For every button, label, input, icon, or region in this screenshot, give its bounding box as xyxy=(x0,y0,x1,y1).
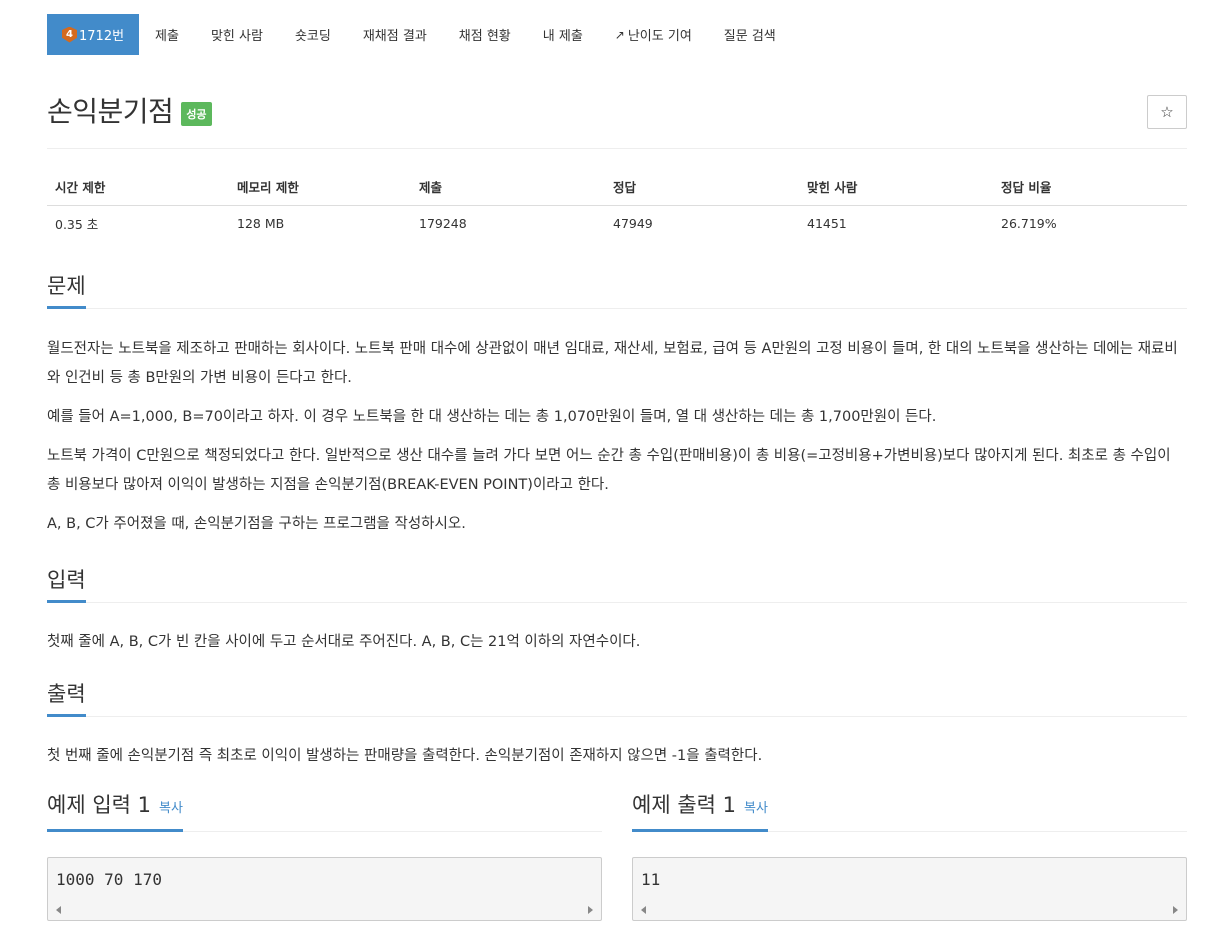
star-icon: ☆ xyxy=(1160,103,1174,121)
sample-output-code-box[interactable]: 11 xyxy=(632,857,1187,921)
sample-output-section: 예제 출력 1 복사 xyxy=(632,788,1187,832)
description-body: 월드전자는 노트북을 제조하고 판매하는 회사이다. 노트북 판매 대수에 상관… xyxy=(47,335,1187,539)
header-accepted: 정답 xyxy=(605,168,799,206)
sample-input-code: 1000 70 170 xyxy=(56,870,162,889)
copy-sample-output-button[interactable]: 복사 xyxy=(744,801,768,816)
nav-short-coding[interactable]: 숏코딩 xyxy=(279,14,347,55)
nav-difficulty-label: 난이도 기여 xyxy=(627,29,692,44)
sample-input-title-text: 예제 입력 1 xyxy=(47,793,151,817)
output-section: 출력 첫 번째 줄에 손익분기점 즉 최초로 이익이 발생하는 판매량을 출력한… xyxy=(47,677,1187,771)
nav-my-submissions-label: 내 제출 xyxy=(542,29,583,44)
header-solved-users: 맞힌 사람 xyxy=(799,168,993,206)
scroll-left-icon[interactable] xyxy=(641,906,646,914)
output-title: 출력 xyxy=(47,680,86,717)
input-text: 첫째 줄에 A, B, C가 빈 칸을 사이에 두고 순서대로 주어진다. A,… xyxy=(47,634,641,650)
value-memory-limit: 128 MB xyxy=(237,215,285,231)
input-title: 입력 xyxy=(47,566,86,603)
problem-title: 손익분기점 xyxy=(47,95,174,128)
value-accept-ratio: 26.719% xyxy=(1001,215,1057,231)
nav-judge-status-label: 채점 현황 xyxy=(458,29,511,44)
nav-judge-status[interactable]: 채점 현황 xyxy=(443,14,527,55)
sample-output-heading: 예제 출력 1 복사 xyxy=(632,788,1187,832)
output-text: 첫 번째 줄에 손익분기점 즉 최초로 이익이 발생하는 판매량을 출력한다. … xyxy=(47,748,763,764)
favorite-star-button[interactable]: ☆ xyxy=(1147,95,1187,129)
problem-number: 1712번 xyxy=(79,29,125,44)
nav-problem-tab[interactable]: 4 1712번 xyxy=(47,14,140,55)
nav-question-search[interactable]: 질문 검색 xyxy=(708,14,792,55)
output-heading: 출력 xyxy=(47,677,1187,717)
status-badge: 성공 xyxy=(181,102,212,126)
header-memory-limit: 메모리 제한 xyxy=(229,168,411,206)
sample-input-title: 예제 입력 1 복사 xyxy=(47,791,183,832)
nav-submit[interactable]: 제출 xyxy=(139,14,195,55)
section-divider xyxy=(47,716,1187,717)
description-paragraph: 노트북 가격이 C만원으로 책정되었다고 한다. 일반적으로 생산 대수를 늘려… xyxy=(47,448,1171,493)
problem-nav: 4 1712번 제출 맞힌 사람 숏코딩 재채점 결과 채점 현황 내 제출 ↗… xyxy=(47,14,792,55)
value-submissions: 179248 xyxy=(419,215,467,231)
title-row: 손익분기점 성공 xyxy=(47,94,212,130)
scroll-left-icon[interactable] xyxy=(56,906,61,914)
sample-output-code: 11 xyxy=(641,870,661,889)
nav-question-search-label: 질문 검색 xyxy=(723,29,776,44)
description-paragraph: 예를 들어 A=1,000, B=70이라고 하자. 이 경우 노트북을 한 대… xyxy=(47,409,937,425)
nav-short-coding-label: 숏코딩 xyxy=(294,29,331,44)
section-divider xyxy=(47,308,1187,309)
value-accepted: 47949 xyxy=(613,215,653,231)
scroll-right-icon[interactable] xyxy=(588,906,593,914)
input-section: 입력 첫째 줄에 A, B, C가 빈 칸을 사이에 두고 순서대로 주어진다.… xyxy=(47,563,1187,657)
sample-output-title: 예제 출력 1 복사 xyxy=(632,791,768,832)
input-heading: 입력 xyxy=(47,563,1187,603)
description-heading: 문제 xyxy=(47,269,1187,309)
problem-info-table: 시간 제한 메모리 제한 제출 정답 맞힌 사람 정답 비율 0.35 초 12… xyxy=(47,168,1187,241)
header-submissions: 제출 xyxy=(411,168,605,206)
description-paragraph: A, B, C가 주어졌을 때, 손익분기점을 구하는 프로그램을 작성하시오. xyxy=(47,516,466,532)
nav-difficulty-contribution[interactable]: ↗ 난이도 기여 xyxy=(599,14,708,55)
copy-sample-input-button[interactable]: 복사 xyxy=(159,801,183,816)
description-title: 문제 xyxy=(47,272,86,309)
sample-output-title-text: 예제 출력 1 xyxy=(632,793,736,817)
description-section: 문제 월드전자는 노트북을 제조하고 판매하는 회사이다. 노트북 판매 대수에… xyxy=(47,269,1187,539)
sample-input-section: 예제 입력 1 복사 xyxy=(47,788,602,832)
description-paragraph: 월드전자는 노트북을 제조하고 판매하는 회사이다. 노트북 판매 대수에 상관… xyxy=(47,341,1178,386)
external-link-icon: ↗ xyxy=(614,27,625,42)
nav-solved-users-label: 맞힌 사람 xyxy=(210,29,263,44)
section-divider xyxy=(47,602,1187,603)
scroll-right-icon[interactable] xyxy=(1173,906,1178,914)
info-value-row: 0.35 초 128 MB 179248 47949 41451 26.719% xyxy=(47,205,1187,241)
info-header-row: 시간 제한 메모리 제한 제출 정답 맞힌 사람 정답 비율 xyxy=(47,168,1187,206)
header-accept-ratio: 정답 비율 xyxy=(993,168,1187,206)
value-time-limit: 0.35 초 xyxy=(55,216,99,232)
nav-my-submissions[interactable]: 내 제출 xyxy=(527,14,599,55)
tier-badge-icon: 4 xyxy=(62,26,77,43)
value-solved-users: 41451 xyxy=(807,215,847,231)
sample-input-code-box[interactable]: 1000 70 170 xyxy=(47,857,602,921)
header-time-limit: 시간 제한 xyxy=(47,168,229,206)
nav-submit-label: 제출 xyxy=(155,29,179,44)
nav-solved-users[interactable]: 맞힌 사람 xyxy=(195,14,279,55)
title-divider xyxy=(47,148,1187,149)
sample-input-heading: 예제 입력 1 복사 xyxy=(47,788,602,832)
nav-rejudge-results-label: 재채점 결과 xyxy=(362,29,427,44)
nav-rejudge-results[interactable]: 재채점 결과 xyxy=(347,14,443,55)
